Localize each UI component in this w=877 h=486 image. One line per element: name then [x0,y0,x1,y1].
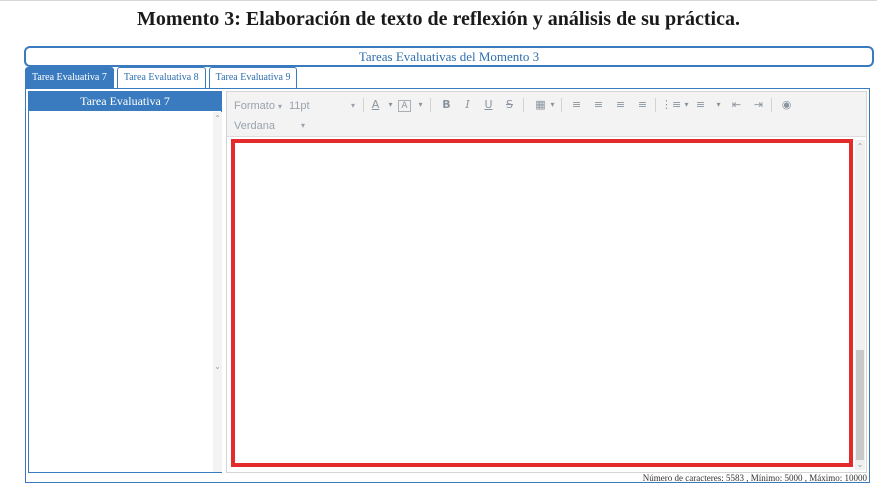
justify-icon[interactable]: ≡ [635,97,650,113]
preview-icon[interactable]: ◉ [779,97,794,113]
editor-content-area[interactable] [231,139,853,467]
scroll-up-icon[interactable]: ⌃ [855,142,865,151]
chevron-down-icon[interactable]: ▾ [351,98,355,114]
font-size-label: 11pt [289,100,310,112]
page-title: Momento 3: Elaboración de texto de refle… [137,8,740,30]
align-left-icon[interactable]: ≡ [569,97,584,113]
task-list-scrollbar[interactable]: ⌃ ⌄ [213,112,222,472]
toolbar-separator [655,98,656,112]
font-size-dropdown[interactable]: 11pt [289,98,310,114]
chevron-down-icon[interactable]: ▾ [679,97,694,113]
font-family-label: Verdana [234,120,275,132]
italic-icon[interactable]: I [460,97,475,113]
bullet-list-icon[interactable]: ⋮≡ [661,97,681,113]
chevron-down-icon[interactable]: ▾ [383,97,398,113]
numbered-list-icon[interactable]: ≡ [693,97,708,113]
editor-scrollbar[interactable]: ⌃ ⌄ [855,140,865,470]
tab-tarea-9[interactable]: Tarea Evaluativa 9 [208,67,298,88]
toolbar-separator [430,98,431,112]
character-counter: Número de caracteres: 5583 , Mínimo: 500… [642,473,867,483]
scroll-down-icon[interactable]: ⌄ [855,460,865,469]
bold-icon[interactable]: B [439,97,454,113]
highlight-icon[interactable]: A [398,100,411,112]
chevron-down-icon: ▾ [278,102,283,111]
editor-toolbar: Formato ▾ 11pt ▾ A ▾ A ▾ B I U S ▦ ▾ ≡ ≡… [227,92,866,137]
task-list: Tarea Evaluativa 7 ⌃ ⌄ [28,91,222,473]
tab-tarea-7[interactable]: Tarea Evaluativa 7 [25,67,114,88]
align-right-icon[interactable]: ≡ [613,97,628,113]
outdent-icon[interactable]: ⇤ [729,97,744,113]
align-center-icon[interactable]: ≡ [591,97,606,113]
rich-text-editor: Formato ▾ 11pt ▾ A ▾ A ▾ B I U S ▦ ▾ ≡ ≡… [226,91,867,473]
chevron-down-icon[interactable]: ▾ [711,97,726,113]
section-title: Tareas Evaluativas del Momento 3 [24,46,874,67]
tab-tarea-8[interactable]: Tarea Evaluativa 8 [116,67,206,88]
chevron-down-icon[interactable]: ▾ [413,97,428,113]
toolbar-separator [561,98,562,112]
toolbar-separator [771,98,772,112]
scroll-up-icon[interactable]: ⌃ [213,114,222,123]
toolbar-separator [363,98,364,112]
chevron-down-icon[interactable]: ▾ [545,97,560,113]
font-color-icon[interactable]: A [368,97,383,113]
strikethrough-icon[interactable]: S [502,97,517,113]
top-divider [0,0,877,1]
format-dropdown[interactable]: Formato ▾ [234,98,282,114]
font-family-dropdown[interactable]: Verdana [234,119,275,133]
toolbar-separator [523,98,524,112]
scrollbar-thumb[interactable] [856,350,864,460]
underline-icon[interactable]: U [481,97,496,113]
chevron-down-icon[interactable]: ▾ [301,119,305,133]
format-label: Formato [234,100,275,112]
indent-icon[interactable]: ⇥ [751,97,766,113]
tab-bar: Tarea Evaluativa 7 Tarea Evaluativa 8 Ta… [25,67,300,89]
task-list-header[interactable]: Tarea Evaluativa 7 [29,92,221,111]
scroll-down-icon[interactable]: ⌄ [213,362,222,371]
